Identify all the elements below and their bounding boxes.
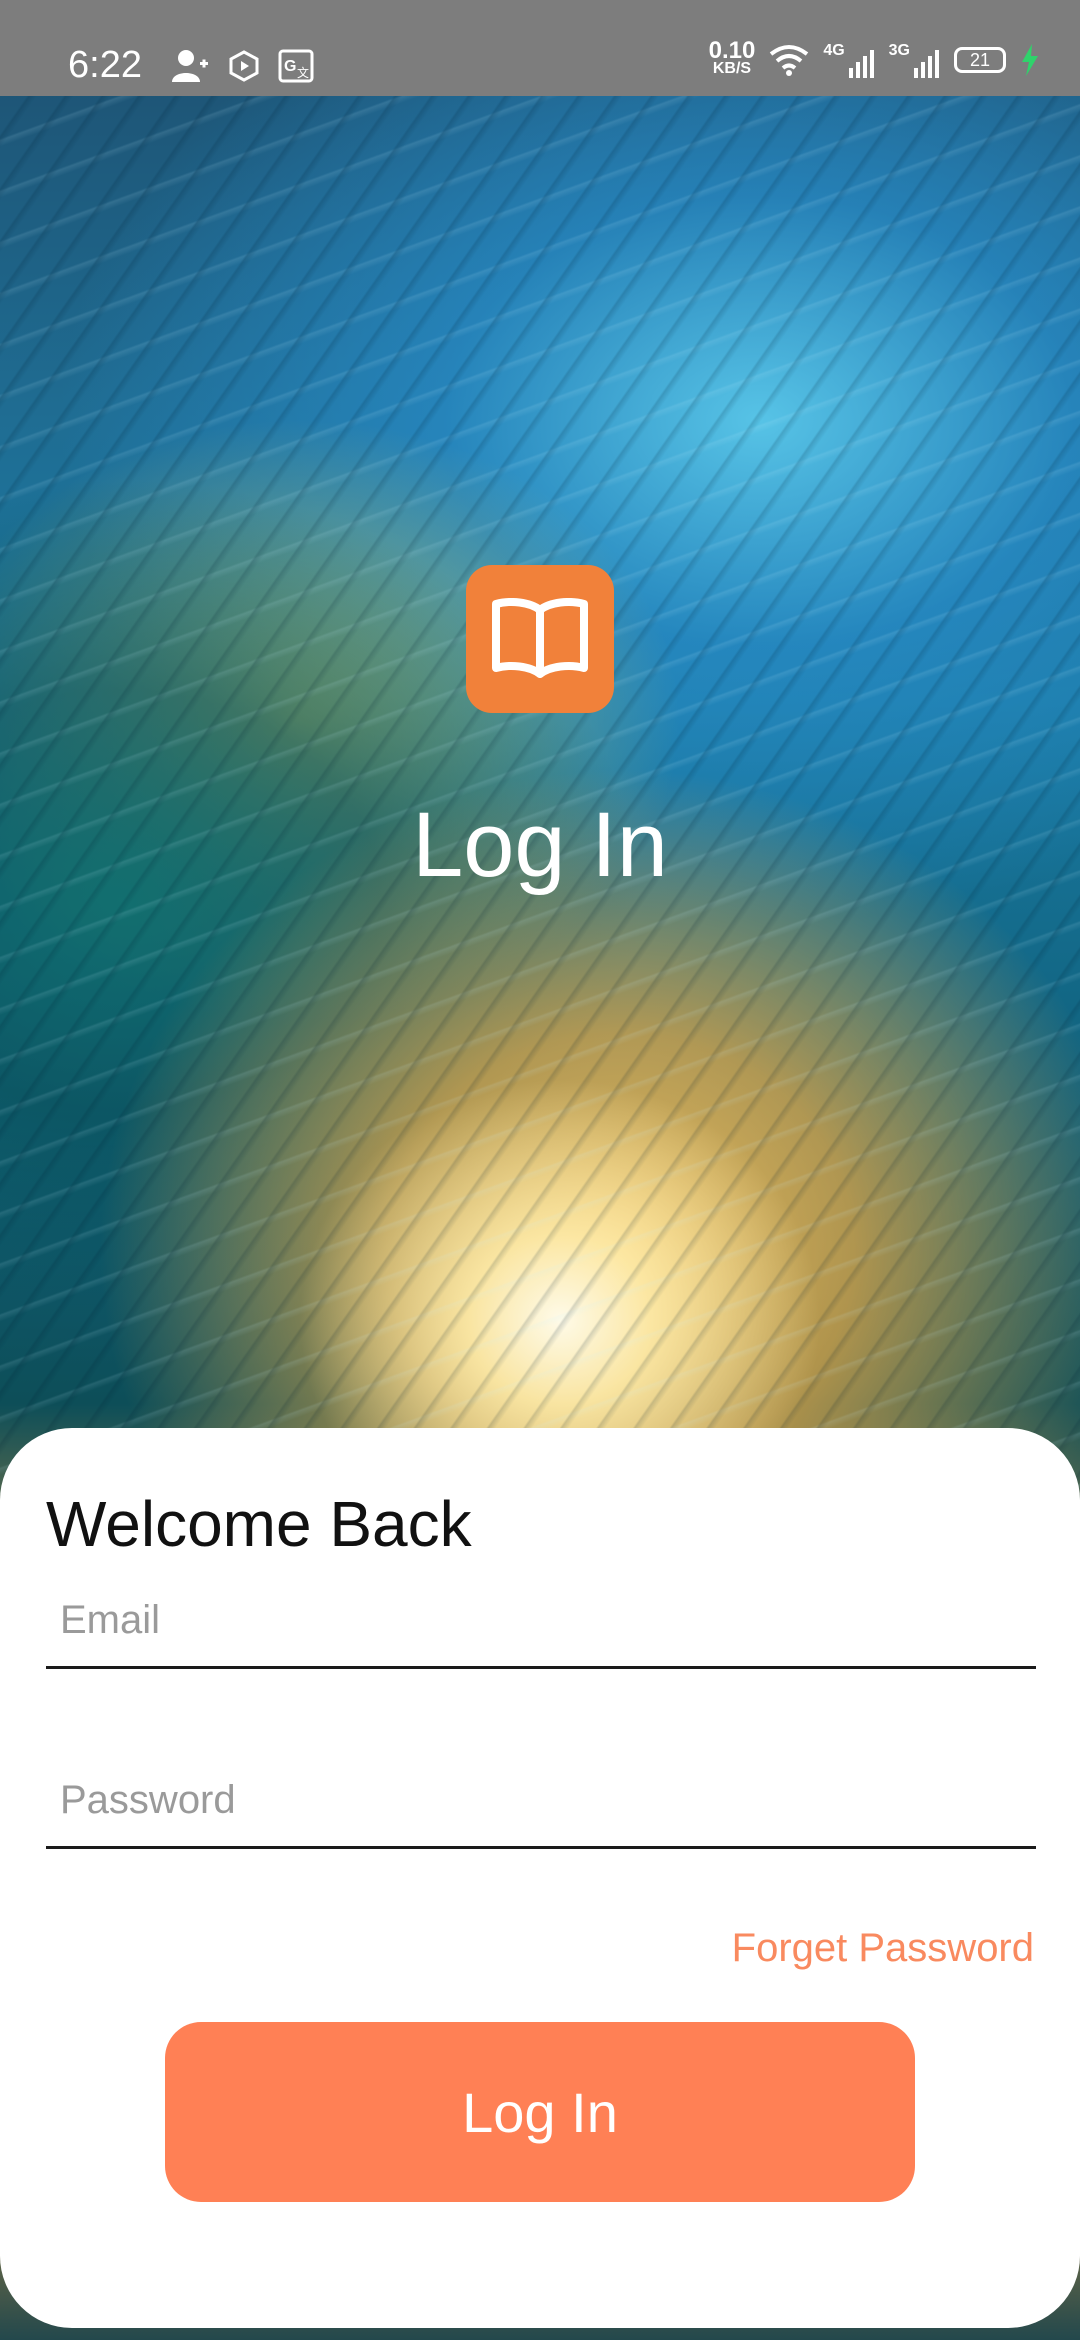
status-time: 6:22 <box>68 44 142 86</box>
svg-text:文: 文 <box>297 65 309 80</box>
signal-4g: 4G <box>823 42 874 78</box>
page-title: Log In <box>412 794 668 896</box>
system-icons: 0.10 KB/S 4G 3G 21 <box>708 37 1040 78</box>
email-field[interactable] <box>46 1546 1036 1669</box>
person-add-icon <box>172 50 208 82</box>
signal-icon <box>914 50 939 78</box>
battery-level: 21 <box>969 49 991 70</box>
battery-icon: 21 <box>954 47 1006 73</box>
translate-icon: G 文 <box>278 49 314 83</box>
forgot-password-link[interactable]: Forget Password <box>732 1926 1034 1971</box>
login-screen: 6:22 G 文 0.10 KB/S 4G 3G 21 Log In Welco… <box>0 0 1080 2340</box>
email-input[interactable] <box>58 1597 1022 1644</box>
notification-icons: G 文 <box>170 48 314 84</box>
svg-text:G: G <box>284 58 296 75</box>
open-book-icon <box>492 598 588 678</box>
password-field[interactable] <box>46 1726 1036 1849</box>
app-logo <box>466 565 614 713</box>
signal-4g-label: 4G <box>823 42 845 59</box>
signal-3g-label: 3G <box>888 42 910 59</box>
signal-3g: 3G <box>889 42 940 78</box>
status-bar: 6:22 G 文 0.10 KB/S 4G 3G 21 <box>0 0 1080 96</box>
password-input[interactable] <box>58 1777 1022 1824</box>
network-speed: 0.10 KB/S <box>708 37 756 78</box>
hexagon-play-icon <box>229 50 259 82</box>
signal-icon <box>848 50 874 78</box>
wifi-icon <box>770 45 809 76</box>
login-button[interactable]: Log In <box>165 2022 915 2202</box>
network-speed-unit: KB/S <box>712 60 752 77</box>
login-card: Welcome Back Forget Password Log In <box>0 1428 1080 2328</box>
charging-bolt-icon <box>1022 44 1038 76</box>
network-speed-value: 0.10 <box>708 37 756 64</box>
